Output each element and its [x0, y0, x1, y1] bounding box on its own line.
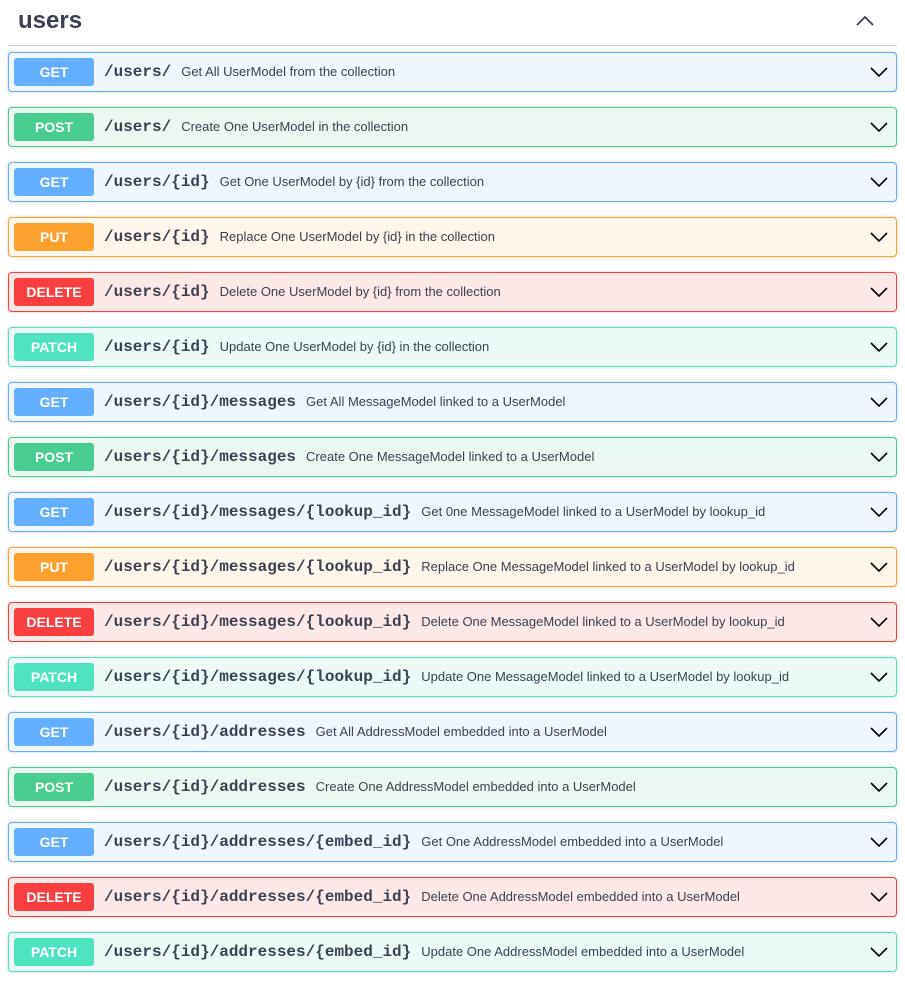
- operation-path: /users/: [104, 118, 172, 136]
- method-badge: PUT: [14, 223, 94, 251]
- operation-path: /users/{id}: [104, 283, 210, 301]
- operation-row[interactable]: GET /users/Get All UserModel from the co…: [8, 52, 897, 92]
- chevron-down-icon[interactable]: [870, 779, 888, 795]
- chevron-down-icon[interactable]: [870, 889, 888, 905]
- method-badge: PATCH: [14, 663, 94, 691]
- method-badge: PUT: [14, 553, 94, 581]
- chevron-down-icon[interactable]: [870, 174, 888, 190]
- operation-path: /users/{id}/messages: [104, 448, 297, 466]
- operation-row[interactable]: DELETE /users/{id}/addresses/{embed_id} D…: [8, 877, 897, 917]
- chevron-down-icon[interactable]: [870, 669, 888, 685]
- operation-path: /users/{id}: [104, 173, 210, 191]
- operation-summary: Get One UserModel by {id} from the colle…: [219, 174, 485, 189]
- method-badge: POST: [14, 773, 94, 801]
- operation-path: /users/{id}: [104, 228, 210, 246]
- chevron-down-icon[interactable]: [870, 284, 888, 300]
- method-badge: GET: [14, 168, 94, 196]
- operation-path: /users/{id}/addresses/{embed_id}: [104, 888, 412, 906]
- chevron-down-icon[interactable]: [870, 119, 888, 135]
- method-badge: DELETE: [14, 608, 94, 636]
- operation-path: /users/{id}: [104, 338, 210, 356]
- operation-row[interactable]: POST /users/{id}/messages Create One Mess…: [8, 437, 897, 477]
- operation-row[interactable]: POST /users/Create One UserModel in the …: [8, 107, 897, 147]
- method-badge: GET: [14, 388, 94, 416]
- operation-path: /users/{id}/messages/{lookup_id}: [104, 558, 412, 576]
- operation-row[interactable]: PUT /users/{id}/messages/{lookup_id} Repl…: [8, 547, 897, 587]
- operation-path: /users/{id}/messages/{lookup_id}: [104, 613, 412, 631]
- operation-row[interactable]: GET /users/{id}/messages Get All MessageM…: [8, 382, 897, 422]
- operations-list: GET /users/Get All UserModel from the co…: [8, 52, 897, 987]
- operation-path: /users/{id}/addresses: [104, 778, 306, 796]
- chevron-down-icon[interactable]: [870, 944, 888, 960]
- chevron-down-icon[interactable]: [870, 834, 888, 850]
- method-badge: DELETE: [14, 278, 94, 306]
- operation-path: /users/{id}/messages/{lookup_id}: [104, 668, 412, 686]
- method-badge: PATCH: [14, 333, 94, 361]
- operation-summary: Replace One MessageModel linked to a Use…: [421, 559, 795, 574]
- operation-row[interactable]: GET /users/{id}/addresses Get All Address…: [8, 712, 897, 752]
- method-badge: GET: [14, 58, 94, 86]
- operation-path: /users/{id}/addresses/{embed_id}: [104, 943, 412, 961]
- chevron-down-icon[interactable]: [870, 559, 888, 575]
- operation-path: /users/{id}/messages: [104, 393, 297, 411]
- operation-summary: Replace One UserModel by {id} in the col…: [219, 229, 495, 244]
- chevron-down-icon[interactable]: [870, 339, 888, 355]
- operation-row[interactable]: PATCH /users/{id}/messages/{lookup_id} Up…: [8, 657, 897, 697]
- operation-summary: Delete One UserModel by {id} from the co…: [219, 284, 501, 299]
- chevron-down-icon[interactable]: [870, 394, 888, 410]
- operation-summary: Get One AddressModel embedded into a Use…: [421, 834, 724, 849]
- operation-summary: Get All MessageModel linked to a UserMod…: [306, 394, 566, 409]
- operation-row[interactable]: DELETE /users/{id} Delete One UserModel b…: [8, 272, 897, 312]
- operation-summary: Delete One AddressModel embedded into a …: [421, 889, 740, 904]
- operation-row[interactable]: DELETE /users/{id}/messages/{lookup_id} D…: [8, 602, 897, 642]
- operation-path: /users/: [104, 63, 172, 81]
- method-badge: DELETE: [14, 883, 94, 911]
- operation-summary: Get All UserModel from the collection: [181, 64, 396, 79]
- operation-summary: Create One MessageModel linked to a User…: [306, 449, 595, 464]
- operation-summary: Get 0ne MessageModel linked to a UserMod…: [421, 504, 766, 519]
- chevron-down-icon[interactable]: [870, 724, 888, 740]
- operation-summary: Update One AddressModel embedded into a …: [421, 944, 745, 959]
- chevron-down-icon[interactable]: [870, 449, 888, 465]
- operation-summary: Update One MessageModel linked to a User…: [421, 669, 790, 684]
- chevron-down-icon[interactable]: [870, 229, 888, 245]
- operation-row[interactable]: PUT /users/{id} Replace One UserModel by …: [8, 217, 897, 257]
- operation-path: /users/{id}/messages/{lookup_id}: [104, 503, 412, 521]
- method-badge: POST: [14, 443, 94, 471]
- operation-row[interactable]: PATCH /users/{id}/addresses/{embed_id} Up…: [8, 932, 897, 972]
- method-badge: GET: [14, 498, 94, 526]
- operation-row[interactable]: GET /users/{id} Get One UserModel by {id}…: [8, 162, 897, 202]
- chevron-down-icon[interactable]: [870, 64, 888, 80]
- chevron-down-icon[interactable]: [870, 504, 888, 520]
- operation-row[interactable]: PATCH /users/{id} Update One UserModel by…: [8, 327, 897, 367]
- chevron-up-icon[interactable]: [851, 8, 879, 32]
- users-tag-header[interactable]: users: [8, 0, 897, 46]
- method-badge: POST: [14, 113, 94, 141]
- operation-summary: Delete One MessageModel linked to a User…: [421, 614, 785, 629]
- tag-title: users: [18, 7, 83, 34]
- method-badge: GET: [14, 828, 94, 856]
- method-badge: GET: [14, 718, 94, 746]
- operation-summary: Get All AddressModel embedded into a Use…: [315, 724, 607, 739]
- operation-path: /users/{id}/addresses/{embed_id}: [104, 833, 412, 851]
- method-badge: PATCH: [14, 938, 94, 966]
- operation-path: /users/{id}/addresses: [104, 723, 306, 741]
- chevron-down-icon[interactable]: [870, 614, 888, 630]
- operation-row[interactable]: GET /users/{id}/messages/{lookup_id} Get …: [8, 492, 897, 532]
- operation-summary: Create One UserModel in the collection: [181, 119, 409, 134]
- operation-summary: Create One AddressModel embedded into a …: [315, 779, 636, 794]
- operation-summary: Update One UserModel by {id} in the coll…: [219, 339, 490, 354]
- operation-row[interactable]: GET /users/{id}/addresses/{embed_id} Get …: [8, 822, 897, 862]
- operation-row[interactable]: POST /users/{id}/addresses Create One Add…: [8, 767, 897, 807]
